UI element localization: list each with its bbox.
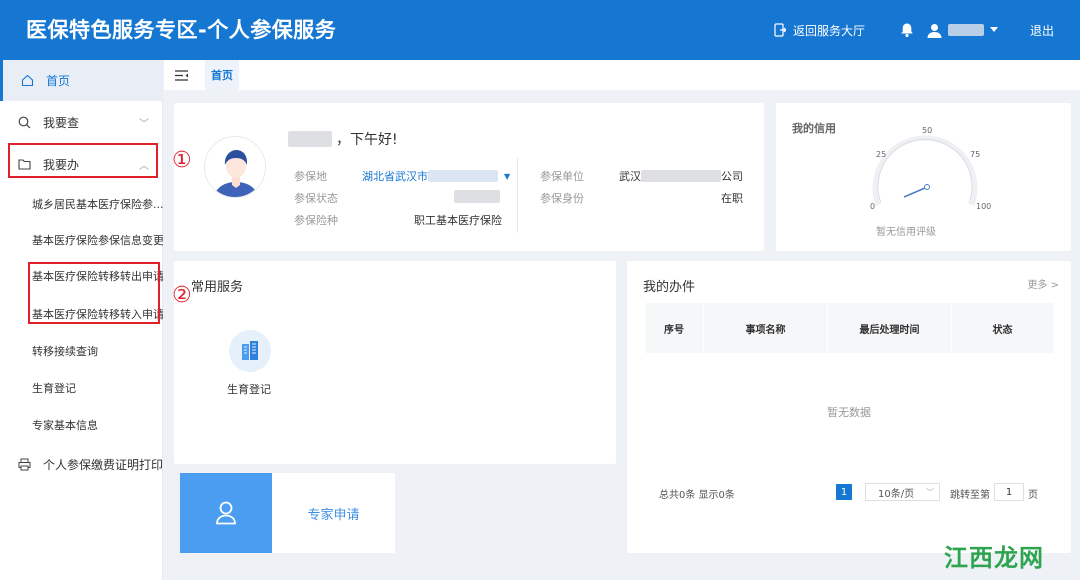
status-redacted [454,190,500,203]
annotation-marker-1: ① [172,148,192,173]
tasks-table-header: 序号 事项名称 最后处理时间 状态 [645,303,1053,353]
sidebar-subitem[interactable]: 基本医疗保险参保信息变更 [0,222,163,258]
col-last-time[interactable]: 最后处理时间 [828,303,952,353]
sidebar-subitem[interactable]: 基本医疗保险转移转出申请 [0,258,163,294]
credit-title: 我的信用 [792,122,836,135]
user-menu[interactable] [927,23,998,38]
annotation-marker-2: ② [172,283,192,308]
empty-state: 暂无数据 [827,406,871,419]
bell-icon[interactable] [899,22,915,38]
avatar [204,136,266,198]
gauge-tick-75: 75 [970,150,981,159]
my-tasks-card: 我的办件 更多 > 序号 事项名称 最后处理时间 状态 暂无数据 总共0条 显示… [627,261,1071,553]
insured-identity-value: 在职 [721,192,743,205]
credit-card: 我的信用 0 25 50 75 100 暂无信用评级 [776,103,1071,251]
name-redacted [288,131,332,147]
insurance-type-label: 参保险种 [294,214,338,227]
back-to-hall-label: 返回服务大厅 [792,23,865,38]
insured-place-select[interactable]: 湖北省武汉市 ▼ [362,168,510,184]
sidebar-item-label: 首页 [46,74,71,88]
page-size-value: 10条/页 [878,488,915,500]
common-services-card: 常用服务 生育登记 [174,261,616,464]
my-tasks-title: 我的办件 [643,280,696,295]
gauge-tick-50: 50 [922,126,933,135]
greeting-text: ，下午好! [336,132,398,148]
no-credit-text: 暂无信用评级 [876,227,936,238]
credit-gauge [872,135,978,206]
place-redacted [428,170,498,182]
jump-label: 跳转至第 [950,490,990,501]
gauge-tick-25: 25 [876,150,887,159]
username-redacted [947,24,984,36]
search-icon [18,116,31,128]
expert-apply-icon-tile[interactable] [180,473,272,553]
chevron-down-icon: ﹀ [926,487,934,497]
back-to-hall-link[interactable]: 返回服务大厅 [774,22,865,39]
user-outline-icon [216,501,236,525]
sidebar-subitem[interactable]: 转移接续查询 [0,333,163,369]
printer-icon [18,458,31,470]
unit-suffix: 公司 [721,170,743,183]
sidebar-subitem[interactable]: 生育登记 [0,370,163,406]
more-link[interactable]: 更多 > [1027,276,1059,291]
page-size-select[interactable]: 10条/页 ﹀ [865,483,940,501]
common-services-title: 常用服务 [191,280,244,295]
insurance-type-value: 职工基本医疗保险 [414,214,502,227]
sidebar: 首页 我要查 ﹀ 我要办 ︿ 城乡居民基本医疗保险参... 基本医疗保险参保信息… [0,60,163,580]
insured-place-value: 湖北省武汉市 [362,170,428,183]
exit-doc-icon [774,23,786,37]
watermark-logo: 江西龙网 [944,543,1044,572]
greeting: ，下午好! [288,129,398,149]
sidebar-item-label: 我要查 [43,115,80,130]
divider [517,158,518,233]
sidebar-subitem[interactable]: 城乡居民基本医疗保险参... [0,186,163,222]
jump-page-input[interactable] [994,483,1024,501]
col-item-name[interactable]: 事项名称 [704,303,828,353]
page-1-button[interactable]: 1 [836,484,852,500]
unit-redacted [641,170,721,182]
gauge-tick-100: 100 [976,202,992,211]
tab-bar: 首页 [164,60,1080,90]
pagination-total: 总共0条 显示0条 [659,490,735,501]
unit-prefix: 武汉 [619,170,641,183]
gauge-tick-0: 0 [870,202,876,211]
menu-toggle-icon[interactable] [175,69,189,81]
insured-identity-label: 参保身份 [540,192,584,205]
insured-place-label: 参保地 [294,170,327,183]
col-status[interactable]: 状态 [952,303,1053,353]
user-icon [927,23,942,38]
sidebar-item-handle[interactable]: 我要办 ︿ [0,144,163,184]
caret-down-icon: ▼ [504,171,511,181]
sidebar-subitem[interactable]: 基本医疗保险转移转入申请 [0,296,163,332]
sidebar-item-home[interactable]: 首页 [0,60,163,101]
insured-unit-value: 武汉 公司 [619,168,743,184]
header-actions: 返回服务大厅 退出 [774,0,1080,60]
profile-card: ，下午好! 参保地 湖北省武汉市 ▼ 参保状态 参保险种 职工基本医疗保险 参保… [174,103,764,251]
sidebar-item-print[interactable]: 个人参保缴费证明打印 [0,444,163,484]
sidebar-item-label: 我要办 [43,157,80,172]
sidebar-item-query[interactable]: 我要查 ﹀ [0,102,163,142]
top-header: 医保特色服务专区-个人参保服务 返回服务大厅 退出 [0,0,1080,60]
col-index[interactable]: 序号 [645,303,704,353]
insured-unit-label: 参保单位 [540,170,584,183]
sidebar-subitem[interactable]: 专家基本信息 [0,407,163,443]
tab-home[interactable]: 首页 [205,60,239,90]
page-suffix: 页 [1028,490,1038,501]
pagination: 总共0条 显示0条 1 10条/页 ﹀ 跳转至第 页 [657,483,1053,503]
sidebar-item-label: 个人参保缴费证明打印 [43,457,164,472]
chevron-down-icon: ﹀ [139,118,149,130]
insured-status-label: 参保状态 [294,192,338,205]
logout-button[interactable]: 退出 [1030,22,1054,39]
app-title: 医保特色服务专区-个人参保服务 [26,18,337,42]
expert-apply-button[interactable]: 专家申请 [272,473,395,553]
folder-icon [18,159,31,170]
building-icon[interactable] [229,330,271,372]
service-birth-registration[interactable]: 生育登记 [227,381,271,397]
home-icon [21,74,34,87]
chevron-up-icon: ︿ [139,160,149,172]
caret-down-icon [989,27,998,32]
